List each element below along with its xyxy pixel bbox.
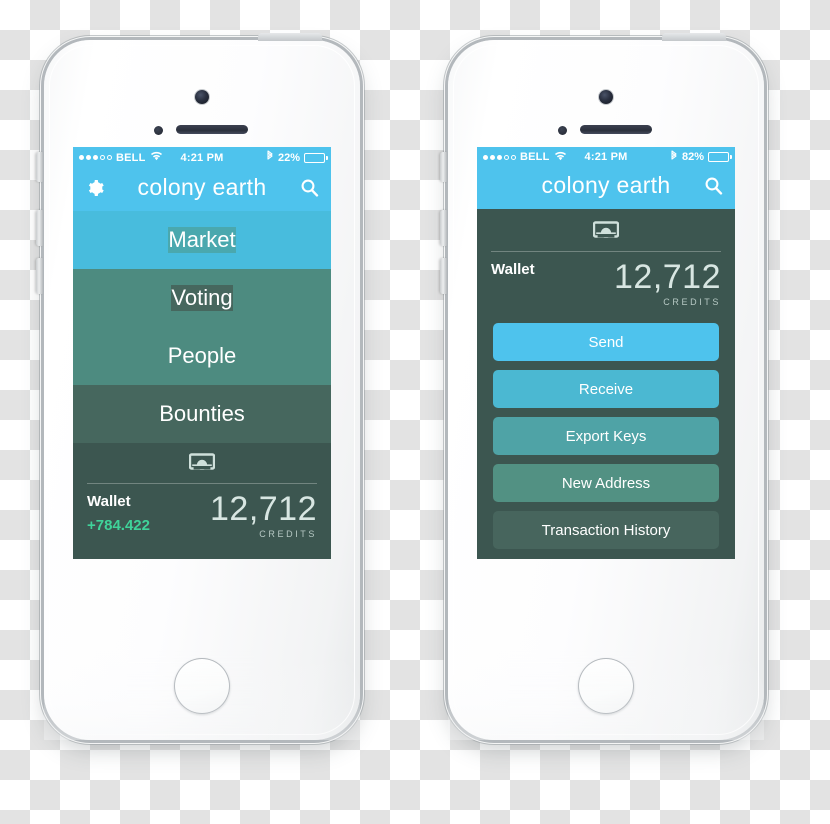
nav-bar-left: colony earth [73,168,331,211]
clock-label: 4:21 PM [180,151,224,164]
signal-strength-icon [79,155,112,160]
divider [491,250,721,252]
new-address-button-label: New Address [561,474,651,492]
battery-icon [708,152,733,162]
menu-item-people[interactable]: People [73,327,331,385]
bluetooth-icon [266,150,274,165]
wallet-summary-left[interactable]: Wallet +784.422 12,712 CREDITS [73,443,331,559]
send-button[interactable]: Send [493,323,719,361]
wifi-icon [554,151,567,164]
battery-icon [304,153,329,163]
home-button-left[interactable] [174,658,230,714]
phone-left: BELL 4:21 PM 22% colony earth Market Vot… [36,33,360,740]
export-keys-button[interactable]: Export Keys [493,417,719,455]
power-button-right[interactable] [662,33,726,41]
bluetooth-icon [670,150,678,165]
gear-icon[interactable] [83,176,107,200]
page-title: colony earth [137,174,267,200]
receive-button[interactable]: Receive [493,370,719,408]
phone-body-right: BELL 4:21 PM 82% colony earth Wallet 12,… [440,33,764,740]
wallet-actions: Send Receive Export Keys New Address Tra [477,307,735,559]
carrier-label: BELL [520,151,550,164]
transaction-history-button-label: Transaction History [541,521,671,539]
screen-right: BELL 4:21 PM 82% colony earth Wallet 12,… [477,147,735,559]
banknote-icon [188,453,216,475]
proximity-sensor-left [154,126,163,135]
status-bar-right: BELL 4:21 PM 82% [477,147,735,168]
phone-right: BELL 4:21 PM 82% colony earth Wallet 12,… [440,33,764,740]
carrier-label: BELL [116,151,146,164]
transaction-history-button[interactable]: Transaction History [493,511,719,549]
send-button-label: Send [588,333,624,351]
receive-button-label: Receive [578,380,634,398]
new-address-button[interactable]: New Address [493,464,719,502]
wallet-summary-right: Wallet 12,712 CREDITS [477,209,735,307]
wifi-icon [150,151,163,164]
search-icon[interactable] [297,176,321,200]
wallet-screen: Wallet 12,712 CREDITS Send Receive Expor… [477,208,735,559]
nav-bar-right: colony earth [477,167,735,209]
menu-item-voting[interactable]: Voting [73,269,331,327]
menu-item-label: Market [168,227,236,253]
wallet-label: Wallet [87,493,131,510]
phone-body-left: BELL 4:21 PM 22% colony earth Market Vot… [36,33,360,740]
wallet-delta: +784.422 [87,517,150,535]
volume-down-button-right[interactable] [440,258,447,294]
screen-left: BELL 4:21 PM 22% colony earth Market Vot… [73,147,331,559]
signal-strength-icon [483,154,516,160]
volume-up-button-right[interactable] [440,210,447,246]
clock-label: 4:21 PM [584,151,628,164]
front-camera-right [599,90,613,104]
menu-item-bounties[interactable]: Bounties [73,385,331,443]
earpiece-speaker-right [580,125,652,134]
wallet-amount: 12,712 [210,490,317,528]
banknote-icon [592,221,620,243]
wallet-amount: 12,712 [614,257,721,296]
silent-switch-right[interactable] [440,152,447,182]
silent-switch-left[interactable] [36,152,43,182]
menu-item-market[interactable]: Market [73,211,331,269]
home-button-right[interactable] [578,658,634,714]
front-camera-left [195,90,209,104]
wallet-label: Wallet [491,260,535,278]
menu-item-label: People [167,343,237,368]
search-icon[interactable] [701,174,725,198]
menu-item-label: Bounties [159,401,245,426]
power-button-left[interactable] [258,33,322,41]
main-menu: Market Voting People Bounties [73,211,331,443]
proximity-sensor-right [558,126,567,135]
menu-item-label: Voting [171,285,233,311]
earpiece-speaker-left [176,125,248,134]
export-keys-button-label: Export Keys [565,427,647,445]
volume-up-button-left[interactable] [36,210,43,246]
page-title: colony earth [541,172,671,199]
battery-percent-label: 82% [681,151,705,164]
battery-percent-label: 22% [277,151,301,164]
wallet-unit-label: CREDITS [259,529,317,540]
divider [87,483,317,484]
status-bar-left: BELL 4:21 PM 22% [73,147,331,168]
wallet-unit-label: CREDITS [663,297,721,307]
volume-down-button-left[interactable] [36,258,43,294]
